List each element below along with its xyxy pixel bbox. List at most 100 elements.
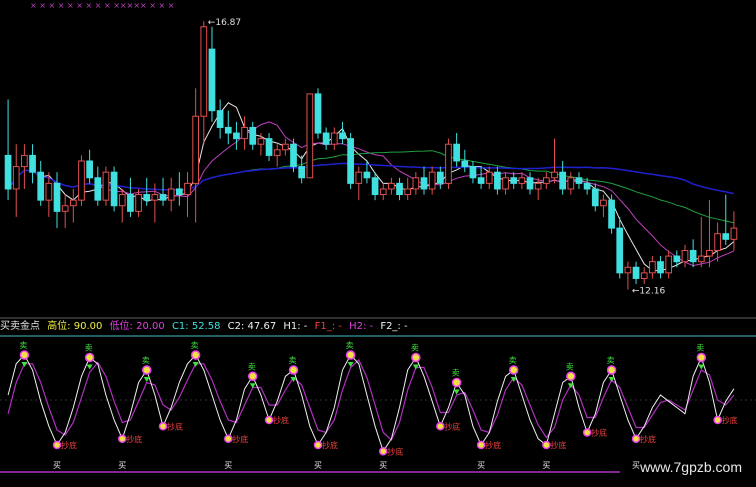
buy-dot — [118, 434, 127, 443]
buy-dot — [542, 440, 551, 450]
sell-dot — [696, 352, 707, 363]
sell-dot — [606, 365, 617, 375]
buy-dot — [158, 422, 168, 431]
candle — [94, 166, 102, 206]
candle — [502, 172, 509, 195]
candle-body — [53, 182, 61, 212]
candle — [542, 172, 550, 189]
candle-body — [298, 166, 306, 179]
c1-value: C1: 52.58 — [171, 321, 221, 332]
candle — [436, 166, 444, 189]
sell-label: 卖 — [696, 344, 704, 353]
candle-body — [233, 132, 240, 140]
indicator-k-line — [7, 354, 735, 453]
low-price-label: ←12.16 — [632, 287, 666, 297]
candle — [12, 144, 20, 217]
candle — [396, 177, 403, 201]
candle-body — [86, 160, 93, 179]
candle-body — [485, 171, 493, 184]
sell-dot — [247, 371, 258, 381]
bottom-label: 抄底 — [273, 415, 289, 425]
candle — [673, 250, 681, 268]
candle-body — [436, 171, 444, 184]
candle-body — [551, 171, 558, 179]
buy-dot — [631, 434, 641, 443]
candle-body — [445, 143, 452, 184]
candle-body — [640, 272, 648, 279]
candle-body — [420, 177, 428, 190]
candle — [167, 177, 175, 212]
candle — [567, 172, 575, 195]
stock-chart-window: × × × × × × × × × ××××× × × × ←16.87 ←12.1… — [0, 0, 756, 487]
candle — [388, 177, 395, 195]
bottom-label: 抄底 — [322, 440, 338, 450]
candle — [127, 177, 134, 217]
bottom-label: 抄底 — [61, 440, 77, 450]
low-level-value: 低位: 20.00 — [109, 321, 165, 332]
candle — [657, 256, 664, 279]
candle-body — [583, 182, 591, 190]
candle — [216, 99, 224, 139]
candle — [339, 121, 346, 145]
candle — [192, 88, 200, 223]
candle-body — [192, 115, 200, 184]
candle — [649, 256, 656, 279]
candle-body — [673, 255, 681, 263]
candle-body — [216, 110, 224, 128]
candle — [4, 99, 12, 201]
candle-body — [45, 182, 53, 201]
sell-label: 卖 — [289, 356, 297, 365]
buy-label: 买 — [542, 461, 550, 470]
sell-label: 卖 — [452, 369, 460, 378]
candle — [347, 133, 354, 189]
price-chart[interactable]: × × × × × × × × × ××××× × × × ←16.87 ←12.1… — [0, 0, 756, 487]
candle — [624, 261, 632, 290]
candle-body — [265, 138, 273, 156]
candle — [575, 172, 583, 189]
buy-label: 买 — [379, 461, 387, 470]
candle — [722, 194, 730, 245]
down-arrow-icon — [192, 362, 199, 367]
sell-label: 卖 — [607, 356, 615, 365]
candle-body — [518, 177, 526, 184]
buy-dot — [224, 434, 233, 443]
down-arrow-icon — [21, 362, 28, 367]
buy-dot — [476, 440, 486, 450]
buy-label: 买 — [53, 461, 61, 470]
buy-label: 买 — [224, 461, 232, 470]
candle-body — [78, 160, 85, 201]
candle-body — [339, 132, 346, 140]
candle-body — [657, 261, 664, 274]
candle-body — [494, 171, 501, 190]
candle-body — [69, 199, 77, 207]
candle-body — [681, 249, 689, 263]
candle-body — [428, 171, 436, 190]
candle — [200, 21, 208, 145]
candle-body — [12, 166, 20, 190]
candle-body — [608, 199, 615, 229]
bottom-label: 抄底 — [722, 415, 738, 425]
sell-label: 卖 — [85, 344, 93, 353]
candle-body — [502, 177, 509, 190]
candle — [37, 161, 45, 206]
candle — [298, 155, 306, 184]
bottom-label: 抄底 — [387, 446, 403, 456]
candle — [175, 172, 183, 206]
candle — [322, 127, 330, 150]
candle-body — [396, 182, 403, 196]
candle — [461, 149, 469, 173]
down-arrow-icon — [86, 364, 93, 370]
sell-dot — [288, 365, 299, 375]
buy-dot — [378, 447, 388, 456]
candle — [469, 161, 477, 184]
candle-body — [347, 138, 354, 184]
candle-body — [37, 171, 45, 201]
candle-body — [461, 160, 469, 168]
candle-body — [175, 188, 183, 196]
candle-body — [282, 143, 289, 151]
candle-body — [591, 188, 599, 207]
candle-body — [208, 48, 216, 112]
bottom-label: 抄底 — [232, 434, 248, 444]
high-level-value: 高位: 90.00 — [47, 321, 103, 332]
sell-label: 卖 — [346, 341, 354, 350]
